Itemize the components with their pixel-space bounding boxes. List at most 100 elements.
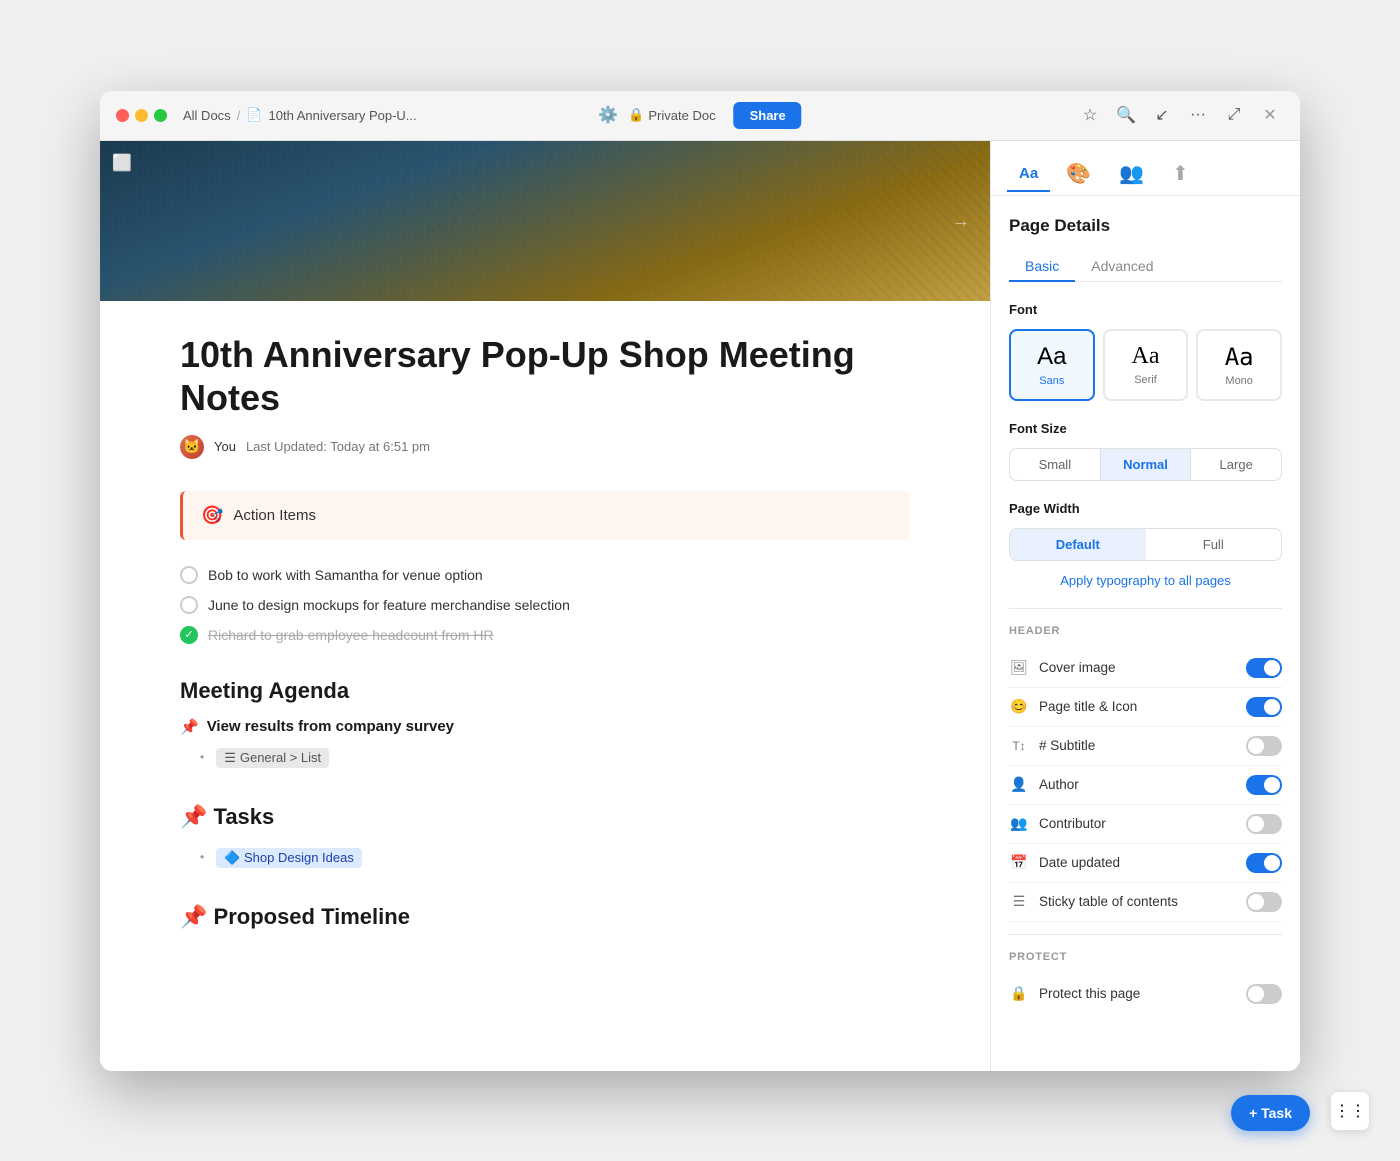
check-item-3: ✓ Richard to grab employee headcount fro… xyxy=(180,620,910,650)
width-default[interactable]: Default xyxy=(1010,529,1146,560)
header-section-label: HEADER xyxy=(1009,625,1282,637)
sticky-toc-toggle[interactable] xyxy=(1246,892,1282,912)
sub-tabs: Basic Advanced xyxy=(1009,252,1282,282)
proposed-timeline-heading: 📌 Proposed Timeline xyxy=(180,904,910,930)
subtitle-icon: T↕ xyxy=(1009,739,1029,753)
collapse-icon[interactable]: ↙ xyxy=(1148,101,1176,129)
subtitle-label: # Subtitle xyxy=(1039,738,1246,753)
private-label: Private Doc xyxy=(648,108,715,123)
checklist: Bob to work with Samantha for venue opti… xyxy=(180,560,910,650)
close-icon[interactable]: ✕ xyxy=(1256,101,1284,129)
toggle-date-updated: 📅 Date updated xyxy=(1009,844,1282,883)
app-window: All Docs / 📄 10th Anniversary Pop-U... ⚙… xyxy=(100,91,1300,1071)
titlebar: All Docs / 📄 10th Anniversary Pop-U... ⚙… xyxy=(100,91,1300,141)
size-large[interactable]: Large xyxy=(1191,449,1281,480)
grid-fab-button[interactable]: ⋮⋮ xyxy=(1330,1091,1370,1131)
size-small[interactable]: Small xyxy=(1010,449,1101,480)
fullscreen-icon[interactable]: ⤢ xyxy=(1220,101,1248,129)
sticky-toc-label: Sticky table of contents xyxy=(1039,894,1246,909)
private-doc-badge: 🔒 Private Doc xyxy=(628,107,715,123)
task-item-1: • 🔷 Shop Design Ideas xyxy=(180,844,910,872)
doc-area[interactable]: ⬜ → 10th Anniversary Pop-Up Shop Meeting… xyxy=(100,141,990,1071)
sub-tab-basic[interactable]: Basic xyxy=(1009,252,1075,282)
agenda-item-1-label: View results from company survey xyxy=(207,718,454,735)
author-label: Author xyxy=(1039,777,1246,792)
breadcrumb-root[interactable]: All Docs xyxy=(183,108,231,123)
panel-divider-1 xyxy=(1009,608,1282,609)
list-badge: ☰ General > List xyxy=(216,748,329,768)
font-serif-letter: Aa xyxy=(1132,343,1160,370)
toggle-contributor: 👥 Contributor xyxy=(1009,805,1282,844)
author-name: You xyxy=(214,439,236,454)
toggle-sticky-toc: ☰ Sticky table of contents xyxy=(1009,883,1282,922)
page-title-icon-label: Page title & Icon xyxy=(1039,699,1246,714)
doc-title: 10th Anniversary Pop-Up Shop Meeting Not… xyxy=(180,333,910,419)
maximize-button[interactable] xyxy=(154,109,167,122)
check-text-2: June to design mockups for feature merch… xyxy=(208,597,570,613)
font-option-mono[interactable]: Aa Mono xyxy=(1196,329,1282,401)
size-normal[interactable]: Normal xyxy=(1101,449,1192,480)
font-options: Aa Sans Aa Serif Aa Mono xyxy=(1009,329,1282,401)
cover-arrow-icon: → xyxy=(952,210,970,231)
font-option-serif[interactable]: Aa Serif xyxy=(1103,329,1189,401)
author-toggle[interactable] xyxy=(1246,775,1282,795)
width-full[interactable]: Full xyxy=(1146,529,1282,560)
cover-image-inner xyxy=(100,141,990,301)
check-circle-2[interactable] xyxy=(180,596,198,614)
last-updated: Last Updated: Today at 6:51 pm xyxy=(246,439,430,454)
check-item-1: Bob to work with Samantha for venue opti… xyxy=(180,560,910,590)
proposed-timeline-section: 📌 Proposed Timeline xyxy=(180,904,910,930)
share-button[interactable]: Share xyxy=(734,102,802,129)
breadcrumb-doc-title[interactable]: 10th Anniversary Pop-U... xyxy=(269,108,417,123)
check-circle-1[interactable] xyxy=(180,566,198,584)
search-icon[interactable]: 🔍 xyxy=(1112,101,1140,129)
settings-icon[interactable]: ⚙️ xyxy=(598,105,618,125)
sub-tab-advanced[interactable]: Advanced xyxy=(1075,252,1169,282)
task-fab-button[interactable]: + Task xyxy=(1231,1095,1310,1131)
check-circle-3[interactable]: ✓ xyxy=(180,626,198,644)
page-title-toggle[interactable] xyxy=(1246,697,1282,717)
cover-image-icon: 🖼 xyxy=(1009,659,1029,676)
tasks-heading: 📌 Tasks xyxy=(180,804,910,830)
close-button[interactable] xyxy=(116,109,129,122)
page-width-label: Page Width xyxy=(1009,501,1282,516)
tab-text[interactable]: Aa xyxy=(1007,157,1050,192)
contributor-icon: 👥 xyxy=(1009,815,1029,832)
tab-share[interactable]: ⬆ xyxy=(1160,153,1201,196)
font-option-sans[interactable]: Aa Sans xyxy=(1009,329,1095,401)
subtitle-toggle[interactable] xyxy=(1246,736,1282,756)
main-layout: ⬜ → 10th Anniversary Pop-Up Shop Meeting… xyxy=(100,141,1300,1071)
task-bullet: • xyxy=(200,850,204,864)
tasks-pin-icon: 📌 xyxy=(180,804,207,829)
tab-design[interactable]: 🎨 xyxy=(1054,153,1103,196)
author-avatar: 🐱 xyxy=(180,435,204,459)
cover-image-toggle[interactable] xyxy=(1246,658,1282,678)
sticky-toc-icon: ☰ xyxy=(1009,893,1029,910)
protect-page-icon: 🔒 xyxy=(1009,985,1029,1002)
bookmark-icon[interactable]: ☆ xyxy=(1076,101,1104,129)
toggle-cover-image: 🖼 Cover image xyxy=(1009,649,1282,688)
more-options-icon[interactable]: ··· xyxy=(1184,101,1212,129)
agenda-pin-icon: 📌 xyxy=(180,718,199,736)
check-text-1: Bob to work with Samantha for venue opti… xyxy=(208,567,483,583)
protect-page-toggle[interactable] xyxy=(1246,984,1282,1004)
tasks-section: 📌 Tasks • 🔷 Shop Design Ideas xyxy=(180,804,910,872)
sidebar-toggle[interactable]: ⬜ xyxy=(112,153,132,173)
tab-people[interactable]: 👥 xyxy=(1107,153,1156,196)
apply-typography-link[interactable]: Apply typography to all pages xyxy=(1009,573,1282,588)
cover-image-label: Cover image xyxy=(1039,660,1246,675)
minimize-button[interactable] xyxy=(135,109,148,122)
cover-image-area: → xyxy=(100,141,990,301)
font-label: Font xyxy=(1009,302,1282,317)
task-badge: 🔷 Shop Design Ideas xyxy=(216,848,362,868)
font-mono-letter: Aa xyxy=(1225,343,1254,371)
panel-title: Page Details xyxy=(1009,216,1282,236)
contributor-toggle[interactable] xyxy=(1246,814,1282,834)
titlebar-actions: ☆ 🔍 ↙ ··· ⤢ ✕ xyxy=(1076,101,1284,129)
author-icon: 👤 xyxy=(1009,776,1029,793)
action-items-icon: 🎯 xyxy=(201,505,223,526)
timeline-pin-icon: 📌 xyxy=(180,904,207,929)
right-panel: Aa 🎨 👥 ⬆ Page Details Basic Advanced Fon… xyxy=(990,141,1300,1071)
date-updated-toggle[interactable] xyxy=(1246,853,1282,873)
meeting-agenda-section: Meeting Agenda 📌 View results from compa… xyxy=(180,678,910,772)
